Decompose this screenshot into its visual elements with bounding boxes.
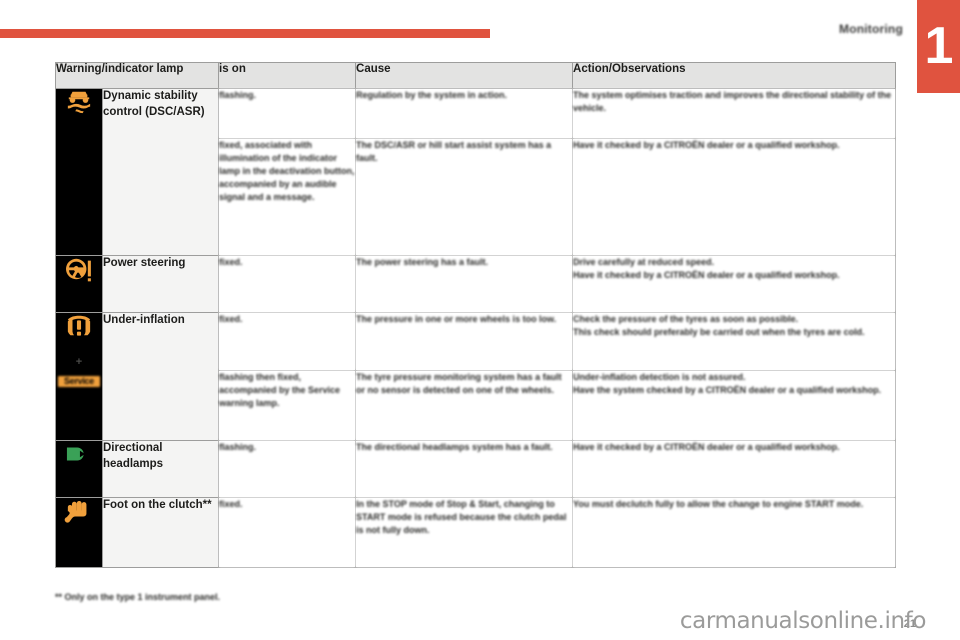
table-row: Power steering fixed. The power steering h… <box>55 255 897 313</box>
icon-stack <box>56 441 102 472</box>
is-on-cell: flashing. <box>218 440 357 498</box>
lamp-icon-cell <box>55 88 103 256</box>
action-cell: Drive carefully at reduced speed. Have it… <box>572 255 897 313</box>
is-on-cell: fixed. <box>218 497 357 568</box>
table-row: + Service Under-inflation fixed. The pressur… <box>55 312 897 441</box>
lamp-name-cell: Foot on the clutch** <box>101 497 220 568</box>
manual-page: { "page": { "section_title": "Monitoring… <box>0 0 960 640</box>
chapter-number-tab: 1 <box>917 0 960 93</box>
plus-icon: + <box>75 356 83 368</box>
cause-cell: In the STOP mode of Stop & Start, changi… <box>355 497 574 568</box>
cause-cell: Regulation by the system in action. <box>355 88 574 139</box>
table-row: Dynamic stability control (DSC/ASR) flash… <box>55 88 897 256</box>
column-header-cause: Cause <box>355 62 574 89</box>
icon-stack <box>56 89 102 120</box>
service-warning-label: Service <box>58 376 100 387</box>
is-on-cell: flashing. <box>218 88 357 139</box>
lamp-name-cell: Power steering <box>101 255 220 313</box>
table-body: Dynamic stability control (DSC/ASR) flash… <box>55 88 897 568</box>
column-header-lamp: Warning/indicator lamp <box>54 62 220 89</box>
cause-cell: The tyre pressure monitoring system has … <box>355 370 574 441</box>
icon-stack <box>56 256 102 287</box>
action-cell: Have it checked by a CITROËN dealer or a… <box>572 138 897 256</box>
watermark: carmanualsonline.info <box>679 608 927 634</box>
action-cell: The system optimises traction and improv… <box>572 88 897 139</box>
action-cell: You must declutch fully to allow the cha… <box>572 497 897 568</box>
footnote: ** Only on the type 1 instrument panel. <box>55 592 221 602</box>
table-header: Warning/indicator lamp is on Cause Actio… <box>54 62 897 89</box>
lamp-name-cell: Directional headlamps <box>101 440 220 498</box>
column-header-is-on: is on <box>218 62 357 89</box>
icon-stack <box>56 498 102 529</box>
table-row: Directional headlamps flashing. The direct… <box>55 440 897 498</box>
foot-on-clutch-icon <box>64 498 94 529</box>
is-on-cell: fixed. <box>218 312 357 371</box>
dsc-asr-skid-car-icon <box>64 89 94 120</box>
action-cell: Check the pressure of the tyres as soon … <box>572 312 897 371</box>
lamp-name-cell: Under-inflation <box>101 312 220 441</box>
tyre-under-inflation-icon <box>64 313 94 344</box>
cause-cell: The DSC/ASR or hill start assist system … <box>355 138 574 256</box>
lamp-icon-cell <box>55 497 103 568</box>
table-header-row: Warning/indicator lamp is on Cause Actio… <box>54 62 897 89</box>
lamp-name-cell: Dynamic stability control (DSC/ASR) <box>101 88 220 256</box>
page-header: Monitoring 1 <box>0 0 960 93</box>
is-on-cell: fixed, associated with illumination of t… <box>218 138 357 256</box>
cause-cell: The pressure in one or more wheels is to… <box>355 312 574 371</box>
icon-stack: + Service <box>56 313 102 387</box>
column-header-action: Action/Observations <box>572 62 897 89</box>
lamp-icon-cell <box>55 440 103 498</box>
action-cell: Have it checked by a CITROËN dealer or a… <box>572 440 897 498</box>
table-row: Foot on the clutch** fixed. In the STOP mo… <box>55 497 897 568</box>
is-on-cell: fixed. <box>218 255 357 313</box>
lamp-icon-cell: + Service <box>55 312 103 441</box>
action-cell: Under-inflation detection is not assured… <box>572 370 897 441</box>
lamp-icon-cell <box>55 255 103 313</box>
header-accent-rule <box>0 29 490 38</box>
warning-lamp-table-wrapper: Warning/indicator lamp is on Cause Actio… <box>54 62 897 568</box>
warning-lamp-table: Warning/indicator lamp is on Cause Actio… <box>54 62 897 568</box>
is-on-cell: flashing then fixed, accompanied by the … <box>218 370 357 441</box>
section-title: Monitoring <box>839 22 903 36</box>
power-steering-wheel-icon <box>64 256 94 287</box>
cause-cell: The power steering has a fault. <box>355 255 574 313</box>
directional-headlamps-icon <box>64 441 94 472</box>
cause-cell: The directional headlamps system has a f… <box>355 440 574 498</box>
